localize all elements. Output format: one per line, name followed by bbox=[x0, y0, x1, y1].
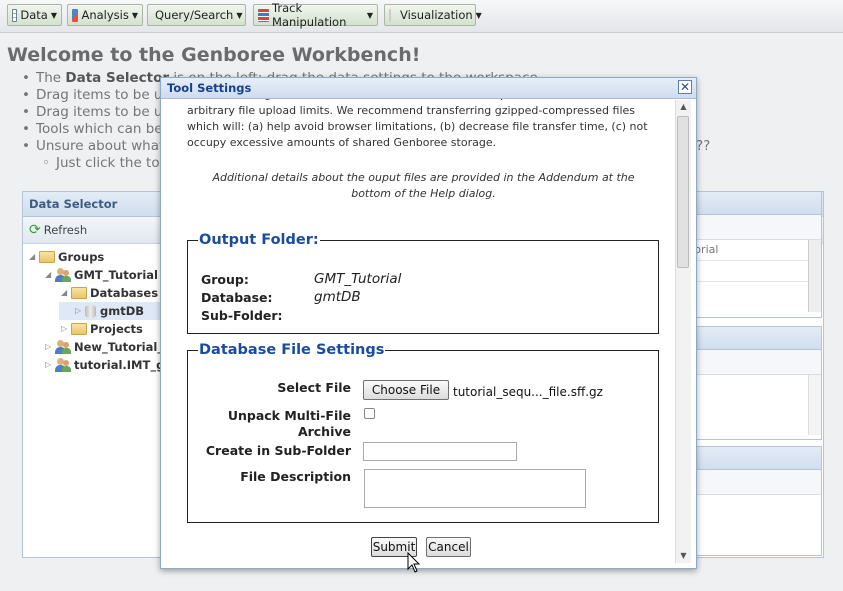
tree-item-gmt-tutorial[interactable]: ◢ GMT_Tutorial bbox=[45, 266, 158, 284]
help-paragraph: FSU due to bugs in the browser's code. W… bbox=[187, 99, 648, 149]
database-file-settings-legend: Database File Settings bbox=[199, 342, 385, 358]
expand-icon: ◢ bbox=[45, 270, 52, 279]
track-manipulation-menu-button[interactable]: Track Manipulation ▼ bbox=[253, 1, 378, 29]
refresh-button[interactable]: ⟳ Refresh bbox=[29, 222, 87, 238]
inputs-panel: torial bbox=[688, 191, 822, 318]
chevron-down-icon: ▼ bbox=[50, 10, 57, 20]
tree-item-label: Projects bbox=[90, 322, 143, 336]
group-label: Group: bbox=[201, 272, 249, 287]
dialog-header: Tool Settings ✕ bbox=[161, 78, 696, 99]
inputs-panel-header bbox=[688, 192, 821, 215]
close-button[interactable]: ✕ bbox=[678, 80, 692, 94]
refresh-label: Refresh bbox=[43, 223, 88, 237]
collapse-icon: ▷ bbox=[45, 342, 52, 351]
expand-icon: ◢ bbox=[61, 288, 68, 297]
folder-icon bbox=[71, 323, 87, 335]
database-value: gmtDB bbox=[314, 289, 361, 305]
group-icon bbox=[55, 358, 71, 372]
tree-item-label: gmtDB bbox=[100, 304, 145, 318]
chevron-down-icon: ▼ bbox=[475, 10, 482, 20]
chevron-down-icon: ▼ bbox=[366, 10, 373, 20]
file-description-label: File Description bbox=[240, 469, 351, 484]
visualization-menu-label: Visualization bbox=[400, 8, 473, 22]
track-manipulation-menu-label: Track Manipulation bbox=[272, 1, 347, 29]
group-value: GMT_Tutorial bbox=[314, 271, 402, 287]
group-icon bbox=[55, 340, 71, 354]
scroll-up-icon[interactable]: ▲ bbox=[676, 100, 691, 114]
analysis-menu-button[interactable]: Analysis ▼ bbox=[67, 4, 143, 26]
choose-file-button[interactable]: Choose File bbox=[363, 380, 449, 400]
welcome-tail: ?? bbox=[696, 138, 711, 154]
tools-panel-header bbox=[688, 447, 821, 470]
outputs-panel bbox=[688, 326, 822, 440]
visualization-icon bbox=[389, 8, 391, 22]
collapse-icon: ▷ bbox=[75, 306, 82, 315]
database-icon bbox=[85, 304, 96, 318]
mouse-cursor-icon bbox=[407, 552, 421, 573]
tree-item-label: Groups bbox=[58, 250, 105, 264]
create-subfolder-label: Create in Sub-Folder bbox=[205, 443, 351, 458]
cancel-button[interactable]: Cancel bbox=[426, 537, 471, 557]
collapse-icon: ▷ bbox=[45, 360, 52, 369]
folder-icon bbox=[71, 287, 87, 299]
inputs-scrollbar[interactable] bbox=[808, 240, 821, 312]
welcome-title: Welcome to the Genboree Workbench! bbox=[7, 44, 421, 66]
tree-item-gmtdb[interactable]: ▷ gmtDB bbox=[59, 302, 175, 320]
group-icon bbox=[55, 268, 71, 282]
data-menu-label: Data bbox=[20, 8, 48, 22]
scroll-down-icon[interactable]: ▼ bbox=[676, 549, 691, 563]
database-label: Database: bbox=[201, 290, 273, 305]
folder-icon bbox=[39, 251, 55, 263]
tree-item-label: GMT_Tutorial bbox=[74, 268, 158, 282]
outputs-scrollbar[interactable] bbox=[808, 375, 821, 435]
query-search-menu-button[interactable]: Query/Search ▼ bbox=[147, 4, 246, 26]
chevron-down-icon: ▼ bbox=[131, 10, 138, 20]
addendum-note: Additional details about the ouput files… bbox=[212, 171, 635, 200]
close-icon: ✕ bbox=[679, 80, 691, 94]
input-row[interactable]: torial bbox=[688, 240, 808, 260]
tracks-icon bbox=[258, 8, 270, 22]
analysis-icon bbox=[72, 8, 79, 22]
create-subfolder-input[interactable] bbox=[363, 442, 517, 461]
menubar: Data ▼ Analysis ▼ Query/Search ▼ Track M… bbox=[0, 0, 843, 33]
tree-item-groups[interactable]: ◢ Groups bbox=[29, 248, 104, 266]
dialog-scrollbar[interactable]: ▲ ▼ bbox=[675, 100, 691, 563]
tools-panel bbox=[688, 446, 822, 556]
chevron-down-icon: ▼ bbox=[236, 10, 243, 20]
data-menu-button[interactable]: Data ▼ bbox=[7, 4, 62, 26]
tree-item-label: Databases bbox=[90, 286, 159, 300]
file-description-textarea[interactable] bbox=[364, 469, 586, 508]
subfolder-label: Sub-Folder: bbox=[201, 308, 283, 323]
outputs-panel-header bbox=[688, 327, 821, 350]
analysis-menu-label: Analysis bbox=[81, 8, 129, 22]
dialog-title: Tool Settings bbox=[167, 81, 252, 95]
refresh-icon: ⟳ bbox=[29, 222, 41, 238]
scroll-thumb[interactable] bbox=[677, 116, 689, 268]
tree-item-databases[interactable]: ◢ Databases bbox=[61, 284, 158, 302]
chosen-file-name: tutorial_sequ..._file.sff.gz bbox=[453, 385, 603, 399]
tree-item-projects[interactable]: ▷ Projects bbox=[61, 320, 143, 338]
unpack-label-line2: Archive bbox=[297, 424, 351, 439]
unpack-checkbox[interactable] bbox=[364, 408, 375, 419]
dialog-body: FSU due to bugs in the browser's code. W… bbox=[161, 99, 674, 566]
tool-settings-dialog: Tool Settings ✕ FSU due to bugs in the b… bbox=[160, 77, 697, 569]
visualization-menu-button[interactable]: Visualization ▼ bbox=[384, 4, 482, 26]
output-folder-legend: Output Folder: bbox=[199, 232, 319, 248]
unpack-label-line1: Unpack Multi-File bbox=[227, 408, 351, 423]
query-search-menu-label: Query/Search bbox=[155, 8, 234, 22]
expand-icon: ◢ bbox=[29, 252, 36, 261]
table-icon bbox=[12, 8, 18, 22]
select-file-label: Select File bbox=[277, 380, 351, 395]
collapse-icon: ▷ bbox=[61, 324, 68, 333]
